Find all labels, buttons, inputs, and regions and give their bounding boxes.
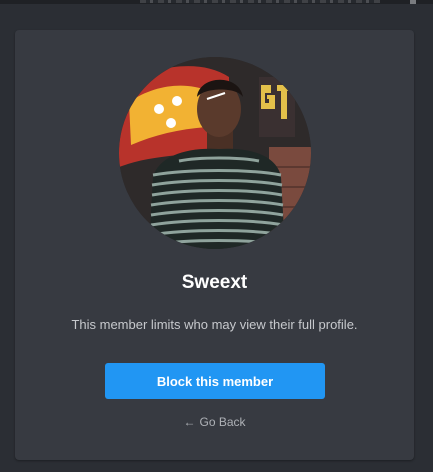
browser-top-strip — [0, 0, 433, 4]
back-arrow-icon: ← — [183, 415, 196, 429]
restricted-profile-card: Sweext This member limits who may view t… — [15, 30, 414, 460]
go-back-link[interactable]: ← Go Back — [15, 415, 414, 429]
member-name: Sweext — [181, 272, 248, 293]
go-back-label: Go Back — [199, 415, 246, 429]
avatar — [119, 57, 311, 249]
restriction-notice: This member limits who may view their fu… — [71, 317, 358, 332]
top-strip-edge — [410, 0, 416, 4]
top-strip-thumbnails — [140, 0, 380, 3]
avatar-photo — [119, 57, 311, 249]
block-member-button[interactable]: Block this member — [105, 363, 325, 399]
